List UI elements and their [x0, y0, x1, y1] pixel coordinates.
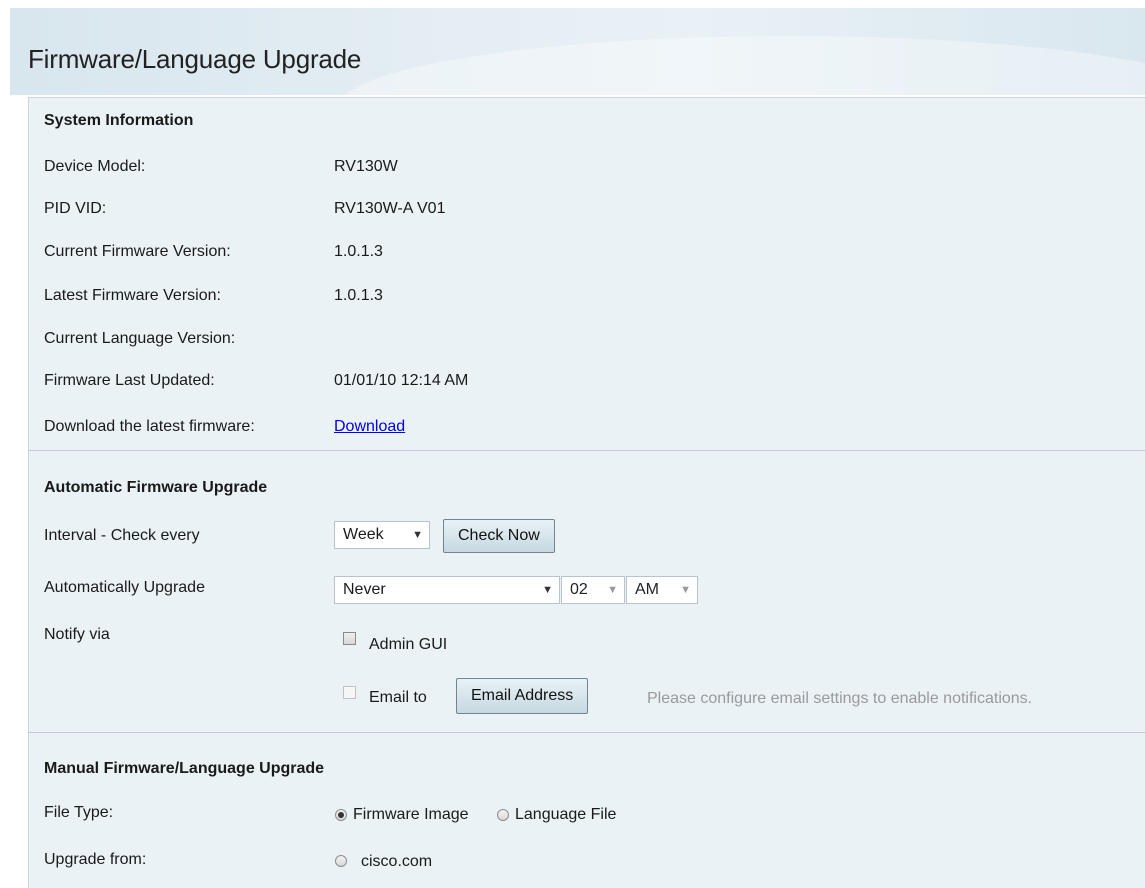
chevron-down-icon: ▼: [412, 529, 423, 541]
content-panel: System Information Device Model: RV130W …: [28, 97, 1145, 888]
hour-select[interactable]: 02 ▼: [561, 576, 625, 604]
current-firmware-value: 1.0.1.3: [334, 243, 383, 260]
latest-firmware-value: 1.0.1.3: [334, 287, 383, 304]
pid-vid-label: PID VID:: [44, 200, 107, 217]
automatic-upgrade-heading: Automatic Firmware Upgrade: [44, 479, 268, 496]
section-divider: [29, 732, 1145, 733]
firmware-image-label: Firmware Image: [353, 806, 469, 823]
page-header: Firmware/Language Upgrade: [10, 8, 1145, 95]
automatically-upgrade-label: Automatically Upgrade: [44, 579, 205, 596]
auto-upgrade-select-value: Never: [343, 581, 386, 598]
current-firmware-label: Current Firmware Version:: [44, 243, 231, 260]
device-model-label: Device Model:: [44, 158, 146, 175]
language-file-radio[interactable]: [497, 809, 509, 821]
chevron-down-icon: ▼: [680, 584, 691, 596]
upgrade-from-label: Upgrade from:: [44, 851, 147, 868]
firmware-last-updated-value: 01/01/10 12:14 AM: [334, 372, 469, 389]
chevron-down-icon: ▼: [542, 584, 553, 596]
admin-gui-label: Admin GUI: [369, 636, 448, 653]
ampm-select-value: AM: [635, 581, 659, 598]
hour-select-value: 02: [570, 581, 588, 598]
manual-upgrade-heading: Manual Firmware/Language Upgrade: [44, 760, 325, 777]
email-to-checkbox[interactable]: [343, 686, 356, 699]
system-information-heading: System Information: [44, 112, 194, 129]
cisco-com-radio[interactable]: [335, 855, 347, 867]
file-type-label: File Type:: [44, 804, 114, 821]
firmware-image-radio[interactable]: [335, 809, 347, 821]
language-file-label: Language File: [515, 806, 617, 823]
device-model-value: RV130W: [334, 158, 398, 175]
interval-select-value: Week: [343, 526, 384, 543]
section-divider: [29, 450, 1145, 451]
admin-gui-checkbox[interactable]: [343, 632, 356, 645]
email-to-label: Email to: [369, 689, 427, 706]
email-settings-hint: Please configure email settings to enabl…: [647, 690, 1033, 707]
ampm-select[interactable]: AM ▼: [626, 576, 698, 604]
page-title: Firmware/Language Upgrade: [28, 44, 362, 74]
firmware-last-updated-label: Firmware Last Updated:: [44, 372, 215, 389]
download-firmware-label: Download the latest firmware:: [44, 418, 255, 435]
download-link[interactable]: Download: [334, 418, 405, 436]
check-now-button[interactable]: Check Now: [443, 519, 555, 553]
latest-firmware-label: Latest Firmware Version:: [44, 287, 221, 304]
interval-label: Interval - Check every: [44, 527, 200, 544]
interval-select[interactable]: Week ▼: [334, 521, 430, 549]
chevron-down-icon: ▼: [607, 584, 618, 596]
auto-upgrade-select[interactable]: Never ▼: [334, 576, 560, 604]
notify-via-label: Notify via: [44, 626, 110, 643]
cisco-com-label: cisco.com: [361, 853, 433, 870]
pid-vid-value: RV130W-A V01: [334, 200, 446, 217]
email-address-button[interactable]: Email Address: [456, 678, 589, 714]
current-language-label: Current Language Version:: [44, 330, 236, 347]
